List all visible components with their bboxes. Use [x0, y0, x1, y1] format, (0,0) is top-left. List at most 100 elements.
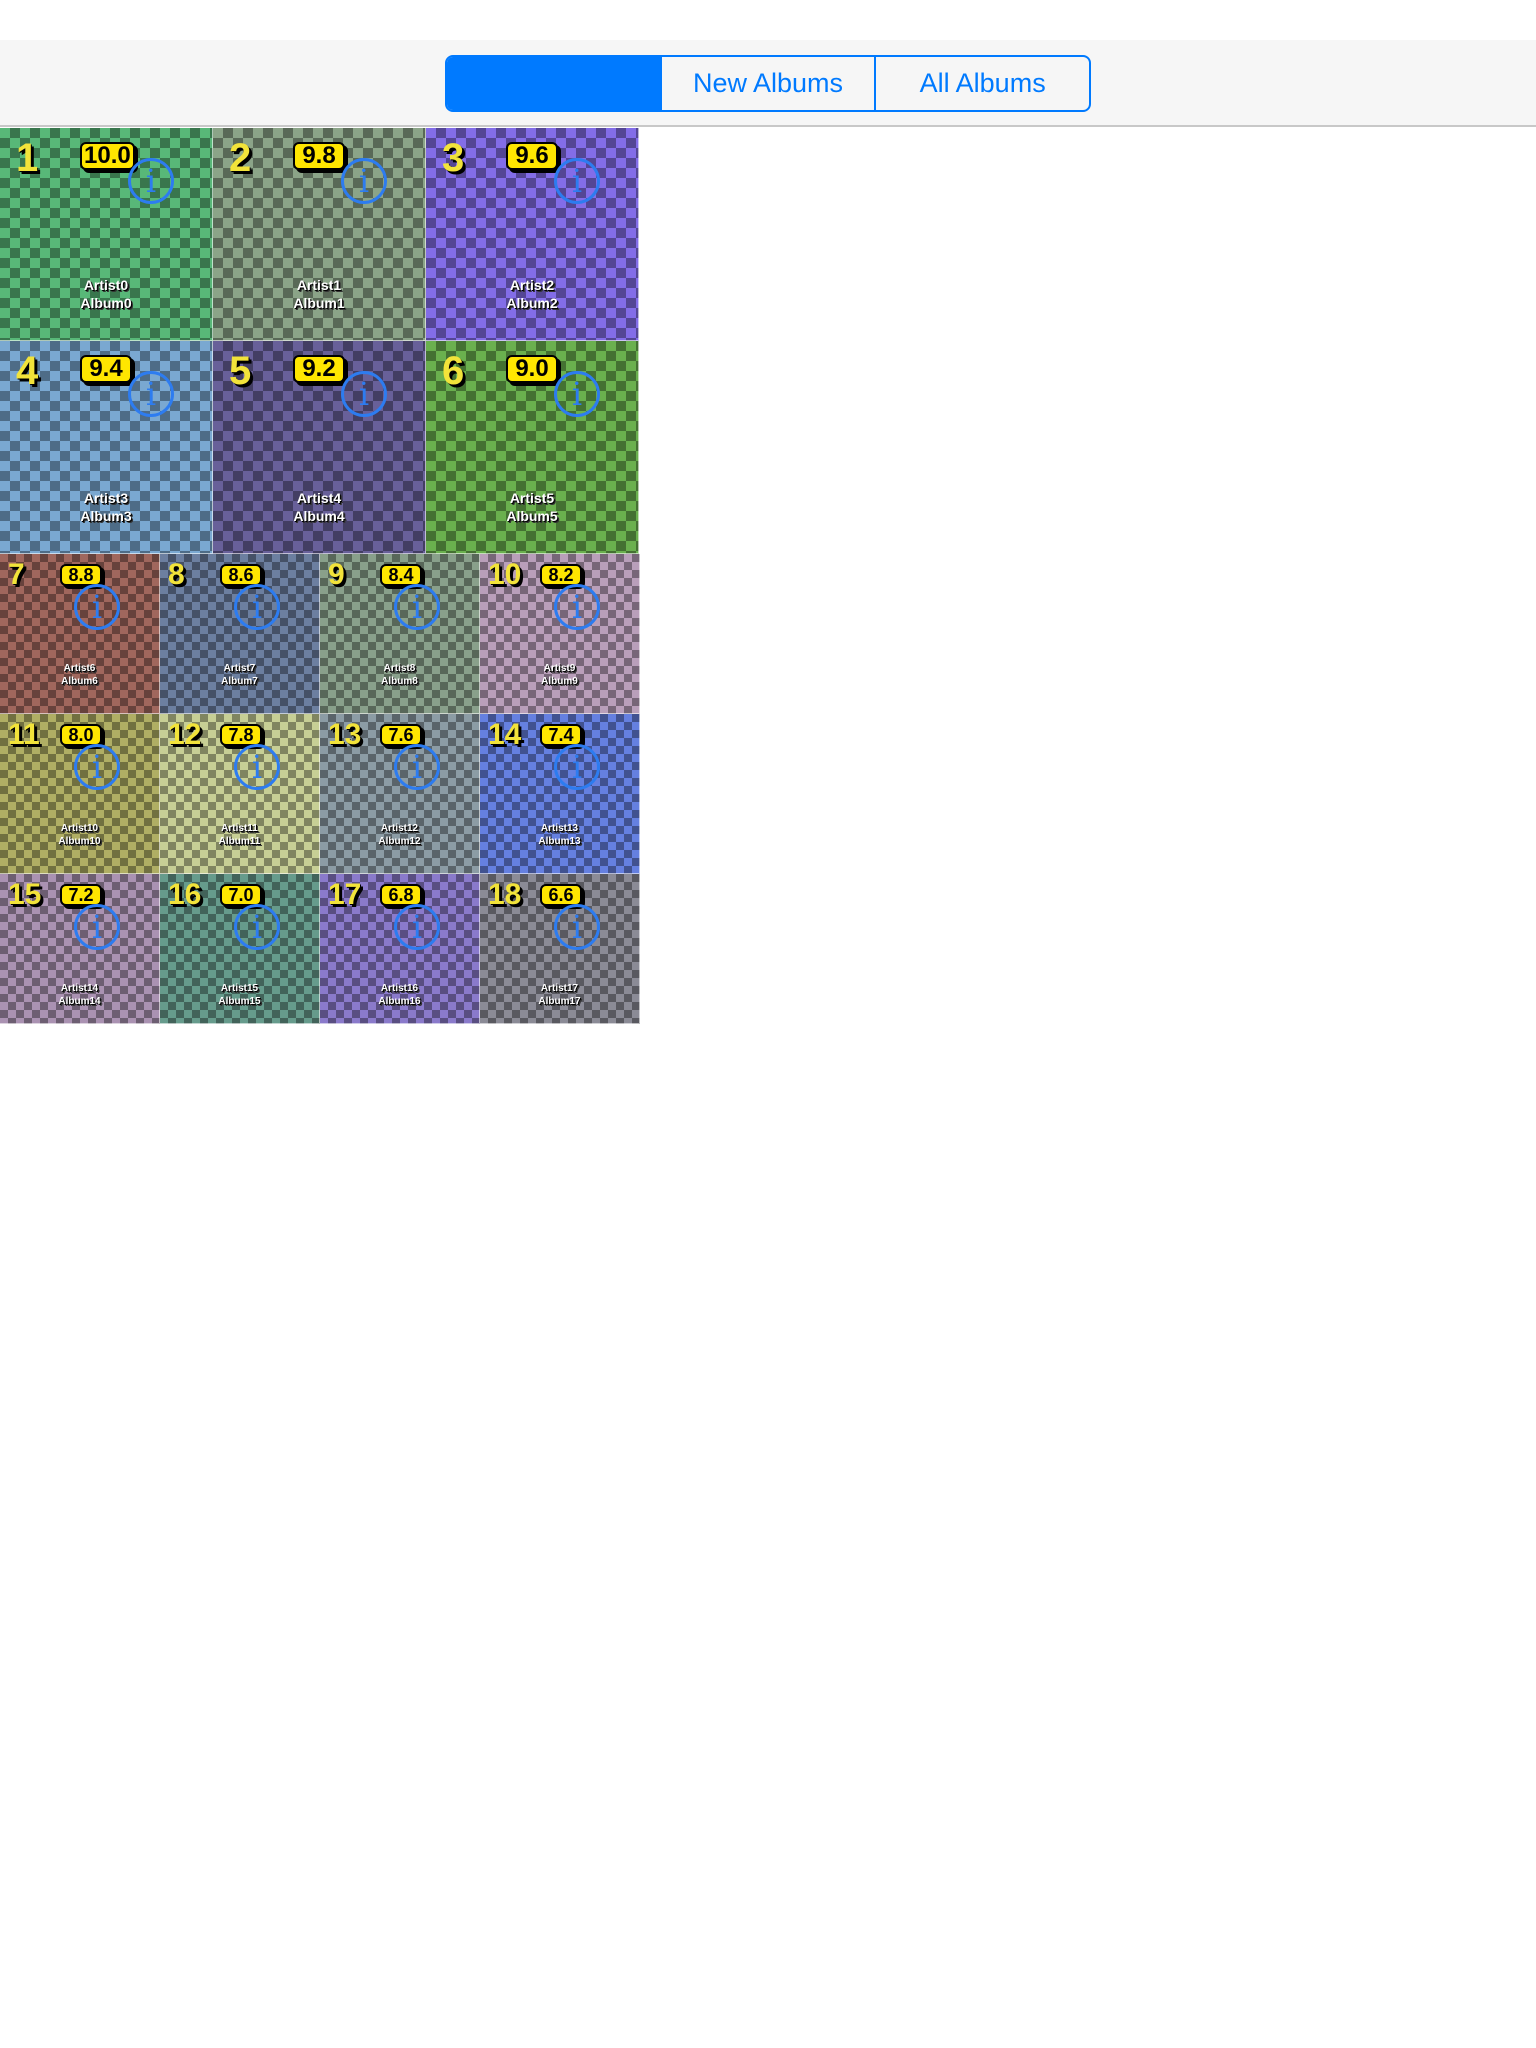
album-name: Album7	[221, 676, 258, 687]
segment-all-albums[interactable]: All Albums	[874, 57, 1089, 110]
album-tile[interactable]: 11 8.0 i Artist10 Album10	[0, 714, 160, 874]
album-tile[interactable]: 17 6.8 i Artist16 Album16	[320, 874, 480, 1024]
info-icon[interactable]: i	[394, 584, 440, 630]
album-tile[interactable]: 8 8.6 i Artist7 Album7	[160, 554, 320, 714]
album-name: Album10	[58, 836, 101, 847]
album-names: Artist0 Album0	[0, 276, 212, 312]
album-name: Album16	[378, 996, 421, 1007]
album-tile[interactable]: 12 7.8 i Artist11 Album11	[160, 714, 320, 874]
album-names: Artist7 Album7	[160, 662, 319, 688]
artist-name: Artist9	[543, 663, 576, 674]
album-tile[interactable]: 1 10.0 i Artist0 Album0	[0, 128, 213, 341]
artist-name: Artist3	[83, 490, 129, 506]
album-names: Artist15 Album15	[160, 982, 319, 1008]
rank-label: 1	[16, 136, 39, 180]
info-icon[interactable]: i	[128, 371, 174, 417]
info-icon[interactable]: i	[554, 371, 600, 417]
info-icon[interactable]: i	[341, 371, 387, 417]
score-badge: 7.8	[220, 724, 262, 746]
score-badge: 6.6	[540, 884, 582, 906]
score-badge: 9.8	[293, 142, 345, 170]
artist-name: Artist7	[223, 663, 256, 674]
segment-selected[interactable]	[447, 57, 660, 110]
rank-label: 7	[8, 558, 25, 591]
artist-name: Artist2	[509, 277, 555, 293]
info-icon[interactable]: i	[128, 158, 174, 204]
album-tile[interactable]: 15 7.2 i Artist14 Album14	[0, 874, 160, 1024]
info-icon[interactable]: i	[394, 904, 440, 950]
album-tile[interactable]: 5 9.2 i Artist4 Album4	[213, 341, 426, 554]
album-name: Album8	[381, 676, 418, 687]
score-badge: 8.2	[540, 564, 582, 586]
album-names: Artist13 Album13	[480, 822, 639, 848]
score-badge: 7.4	[540, 724, 582, 746]
score-badge: 7.0	[220, 884, 262, 906]
info-icon[interactable]: i	[234, 584, 280, 630]
artist-name: Artist13	[540, 823, 579, 834]
album-tile[interactable]: 13 7.6 i Artist12 Album12	[320, 714, 480, 874]
rank-label: 14	[488, 718, 522, 751]
rank-label: 2	[229, 136, 252, 180]
album-names: Artist12 Album12	[320, 822, 479, 848]
album-tile[interactable]: 16 7.0 i Artist15 Album15	[160, 874, 320, 1024]
rank-label: 10	[488, 558, 522, 591]
album-names: Artist14 Album14	[0, 982, 159, 1008]
score-badge: 10.0	[80, 142, 135, 170]
album-names: Artist6 Album6	[0, 662, 159, 688]
rank-label: 13	[328, 718, 362, 751]
score-badge: 8.0	[60, 724, 102, 746]
score-badge: 8.8	[60, 564, 102, 586]
info-icon[interactable]: i	[554, 904, 600, 950]
rank-label: 16	[168, 878, 202, 911]
score-badge: 9.2	[293, 355, 345, 383]
info-icon[interactable]: i	[554, 158, 600, 204]
album-name: Album13	[538, 836, 581, 847]
rank-label: 4	[16, 349, 39, 393]
album-name: Album6	[61, 676, 98, 687]
album-tile[interactable]: 6 9.0 i Artist5 Album5	[426, 341, 639, 554]
artist-name: Artist5	[509, 490, 555, 506]
album-name: Album14	[58, 996, 101, 1007]
album-tile[interactable]: 4 9.4 i Artist3 Album3	[0, 341, 213, 554]
info-icon[interactable]: i	[234, 904, 280, 950]
score-badge: 7.6	[380, 724, 422, 746]
album-tile[interactable]: 7 8.8 i Artist6 Album6	[0, 554, 160, 714]
info-icon[interactable]: i	[74, 744, 120, 790]
album-names: Artist16 Album16	[320, 982, 479, 1008]
info-icon[interactable]: i	[554, 584, 600, 630]
rank-label: 8	[168, 558, 185, 591]
rank-label: 18	[488, 878, 522, 911]
artist-name: Artist11	[221, 823, 258, 834]
album-name: Album4	[293, 508, 345, 525]
album-tile[interactable]: 9 8.4 i Artist8 Album8	[320, 554, 480, 714]
segment-new-albums[interactable]: New Albums	[659, 57, 875, 110]
rank-label: 12	[168, 718, 202, 751]
album-names: Artist17 Album17	[480, 982, 639, 1008]
album-name: Album9	[541, 676, 578, 687]
album-names: Artist9 Album9	[480, 662, 639, 688]
info-icon[interactable]: i	[234, 744, 280, 790]
album-tile[interactable]: 3 9.6 i Artist2 Album2	[426, 128, 639, 341]
info-icon[interactable]: i	[74, 584, 120, 630]
status-bar	[0, 0, 1536, 40]
album-name: Album2	[506, 295, 558, 312]
album-tile[interactable]: 18 6.6 i Artist17 Album17	[480, 874, 640, 1024]
rank-label: 15	[8, 878, 42, 911]
album-names: Artist3 Album3	[0, 489, 212, 525]
album-tile[interactable]: 10 8.2 i Artist9 Album9	[480, 554, 640, 714]
info-icon[interactable]: i	[74, 904, 120, 950]
artist-name: Artist0	[83, 277, 129, 293]
score-badge: 9.4	[80, 355, 132, 383]
album-names: Artist4 Album4	[213, 489, 425, 525]
artist-name: Artist10	[60, 823, 99, 834]
album-tile[interactable]: 14 7.4 i Artist13 Album13	[480, 714, 640, 874]
artist-name: Artist16	[380, 983, 419, 994]
rank-label: 11	[8, 718, 40, 751]
info-icon[interactable]: i	[341, 158, 387, 204]
segmented-control: New Albums All Albums	[445, 55, 1091, 112]
album-name: Album12	[378, 836, 421, 847]
info-icon[interactable]: i	[394, 744, 440, 790]
album-tile[interactable]: 2 9.8 i Artist1 Album1	[213, 128, 426, 341]
album-name: Album11	[218, 836, 261, 847]
info-icon[interactable]: i	[554, 744, 600, 790]
